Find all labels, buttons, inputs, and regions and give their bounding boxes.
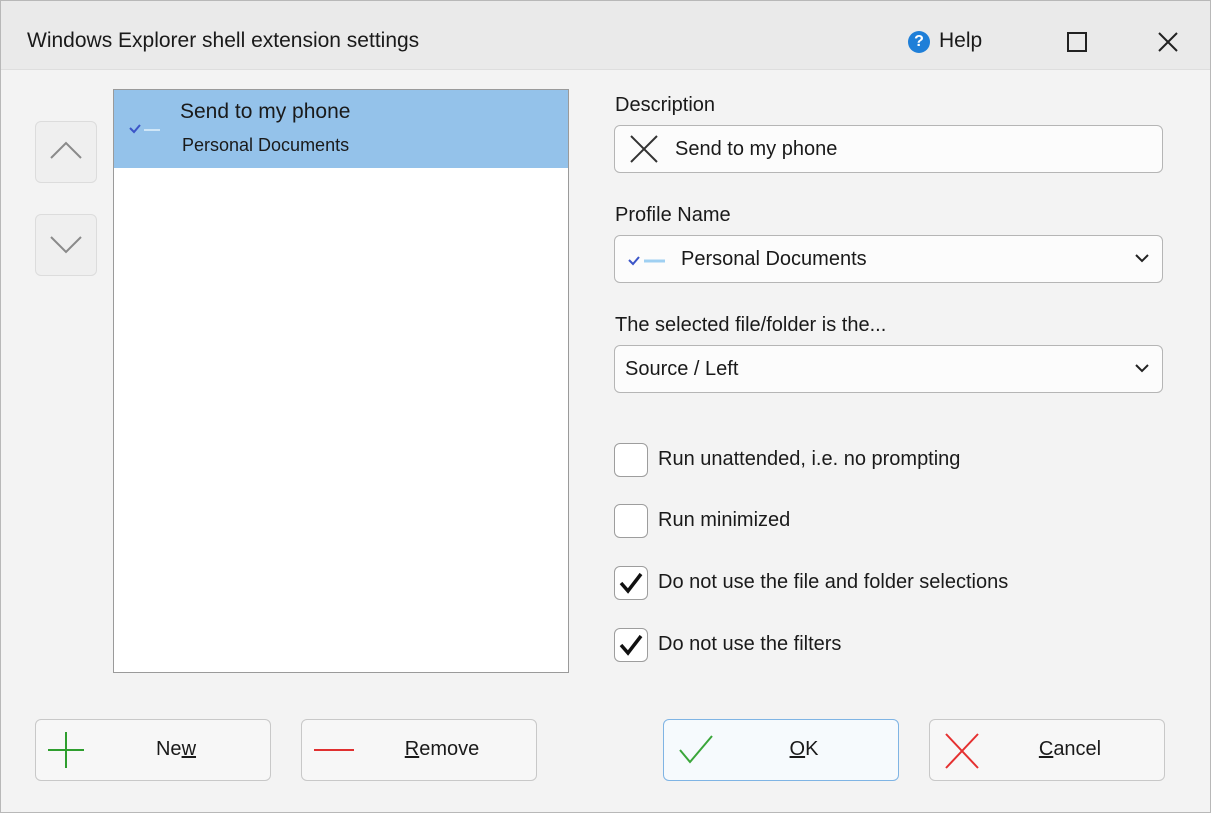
ok-button[interactable]: OK [663,719,899,781]
remove-button-label: Remove [404,738,480,760]
profile-name-label: Profile Name [615,204,731,226]
profile-check-icon [628,256,665,266]
plus-icon [48,732,84,768]
close-icon[interactable] [1156,30,1180,54]
profile-check-icon [129,124,160,134]
cancel-x-icon [945,733,979,769]
selection-role-value: Source / Left [625,358,739,380]
ok-check-icon [679,735,713,764]
ok-button-label: OK [789,738,819,760]
description-value: Send to my phone [675,138,838,160]
settings-dialog: Windows Explorer shell extension setting… [0,0,1211,813]
no-filters-label: Do not use the filters [658,633,842,655]
no-filters-checkbox[interactable] [614,628,648,662]
no-file-selection-label: Do not use the file and folder selection… [658,571,1009,593]
extension-list[interactable]: Send to my phone Personal Documents [113,89,569,673]
chevron-down-icon [1135,364,1149,373]
minus-icon [314,749,354,751]
chevron-up-icon [50,141,82,159]
checkmark-icon [619,572,643,594]
profile-name-value: Personal Documents [681,248,867,270]
checkmark-icon [619,634,643,656]
description-label: Description [615,94,716,116]
cancel-button-label: Cancel [1038,738,1102,760]
maximize-icon[interactable] [1067,32,1087,52]
help-icon[interactable]: ? [908,31,930,53]
selection-role-label: The selected file/folder is the... [615,314,887,336]
clear-icon[interactable] [629,135,659,163]
description-field[interactable]: Send to my phone [614,125,1163,173]
help-button[interactable]: Help [939,29,982,53]
chevron-down-icon [50,236,82,254]
list-item-subtitle: Personal Documents [182,135,350,155]
run-minimized-label: Run minimized [658,509,791,531]
move-up-button[interactable] [35,121,97,183]
list-item-title: Send to my phone [180,100,351,123]
new-button-label: New [155,738,197,760]
run-unattended-checkbox[interactable] [614,443,648,477]
new-button[interactable]: New [35,719,271,781]
window-title: Windows Explorer shell extension setting… [27,29,420,52]
run-unattended-label: Run unattended, i.e. no prompting [658,448,961,470]
move-down-button[interactable] [35,214,97,276]
run-minimized-checkbox[interactable] [614,504,648,538]
title-bar: Windows Explorer shell extension setting… [1,1,1210,70]
cancel-button[interactable]: Cancel [929,719,1165,781]
no-file-selection-checkbox[interactable] [614,566,648,600]
selection-role-select[interactable]: Source / Left [614,345,1163,393]
profile-name-select[interactable]: Personal Documents [614,235,1163,283]
list-item[interactable]: Send to my phone Personal Documents [114,90,568,168]
chevron-down-icon [1135,254,1149,263]
remove-button[interactable]: Remove [301,719,537,781]
